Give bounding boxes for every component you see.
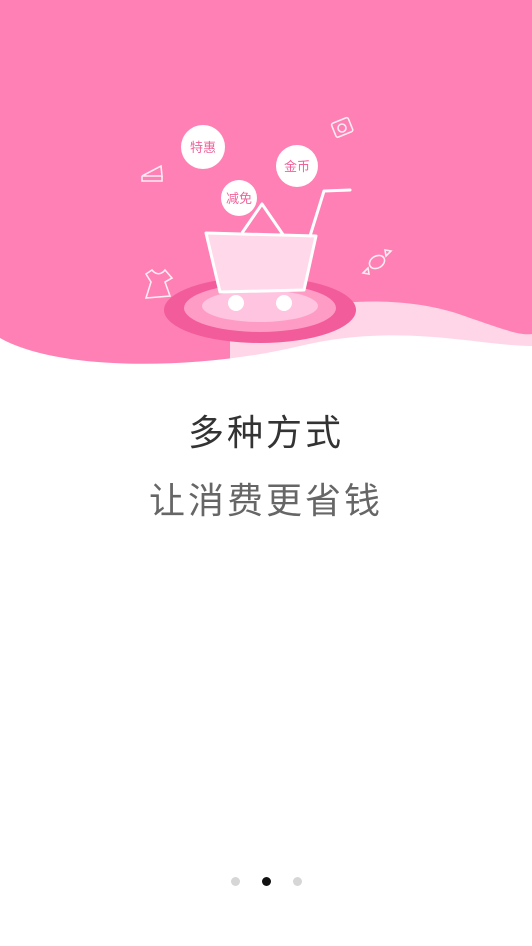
page-dot-active[interactable] [261,877,271,886]
tag-bubble-special: 特惠 [181,125,225,169]
tag-label: 金币 [284,159,310,175]
page-dot[interactable] [292,877,302,886]
page-indicator [0,877,532,886]
tag-bubble-coins: 金币 [276,145,318,187]
tag-label: 特惠 [190,141,216,156]
tag-bubble-discount: 减免 [221,180,257,216]
onboarding-subtitle: 让消费更省钱 [148,481,383,522]
page-dot[interactable] [230,877,240,886]
hero-banner: 特惠 金币 减免 [0,0,532,380]
hero-illustration: 特惠 金币 减免 [0,0,532,380]
tag-label: 减免 [226,192,252,207]
onboarding-title: 多种方式 [187,413,344,454]
